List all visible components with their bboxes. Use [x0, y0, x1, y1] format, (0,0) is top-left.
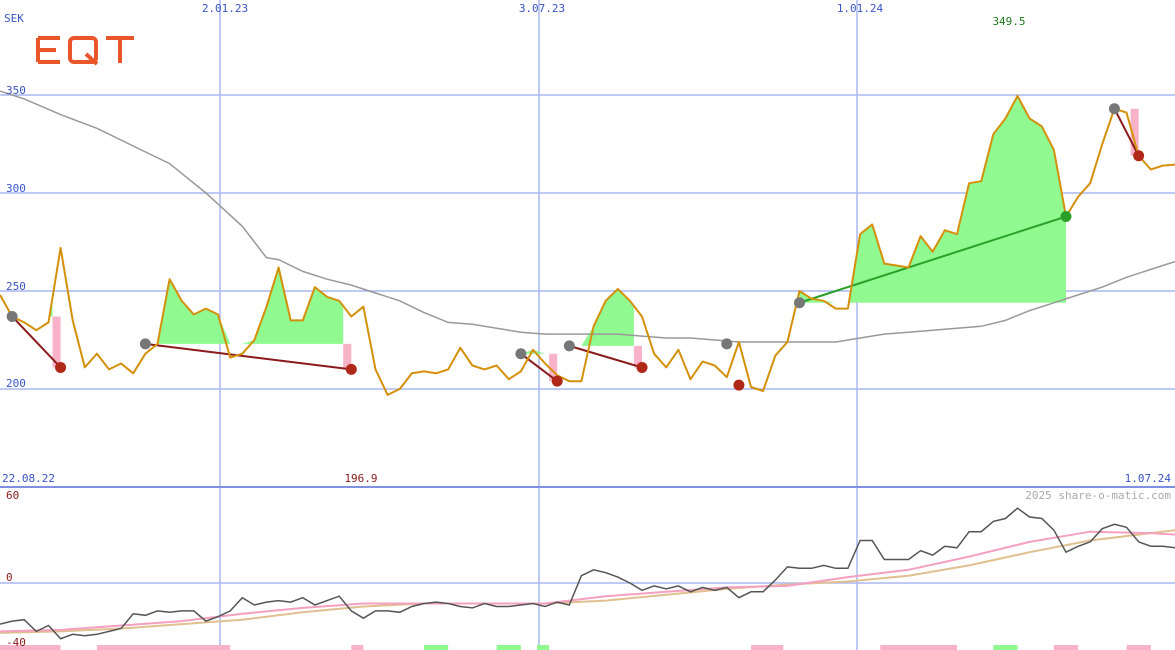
y-tick-label: 200	[6, 377, 26, 390]
gain-area	[145, 267, 344, 344]
volume-bar	[351, 645, 364, 650]
logo-letter-t	[106, 36, 134, 63]
trough-marker	[1133, 150, 1145, 162]
logo-letter-e	[36, 36, 60, 64]
peak-marker	[793, 297, 805, 309]
low-label: 196.9	[344, 472, 377, 485]
osc-y-tick-label: 0	[6, 571, 13, 584]
gain-loss-fills	[12, 96, 1139, 382]
osc-main-line	[0, 507, 1175, 640]
high-label: 349.5	[992, 15, 1025, 28]
volume-bar	[880, 645, 957, 650]
gain-area	[569, 289, 634, 346]
gain-area	[12, 297, 53, 317]
currency-label: SEK	[4, 12, 24, 25]
gain-marker	[1060, 211, 1072, 223]
watermark: 2025 share-o-matic.com	[1025, 489, 1171, 502]
peak-marker	[515, 348, 527, 360]
top-date-label: 3.07.23	[519, 2, 565, 15]
peak-marker	[563, 340, 575, 352]
y-tick-label: 250	[6, 280, 26, 293]
x-end-label: 1.07.24	[1125, 472, 1172, 485]
gain-area	[799, 96, 1066, 303]
trough-marker	[551, 375, 563, 387]
top-date-label: 1.01.24	[837, 2, 884, 15]
x-start-label: 22.08.22	[2, 472, 55, 485]
top-date-label: 2.01.23	[202, 2, 248, 15]
trough-marker	[55, 361, 67, 373]
trough-marker	[636, 361, 648, 373]
y-tick-label: 300	[6, 182, 26, 195]
volume-bar	[751, 645, 784, 650]
eqt-logo	[36, 36, 134, 66]
osc-signal-tan	[0, 529, 1175, 634]
logo-letter-q	[68, 36, 99, 66]
osc-y-tick-label: -40	[6, 636, 26, 649]
oscillator-panel	[0, 507, 1175, 650]
volume-bar	[1053, 645, 1079, 650]
trend-line-down	[569, 344, 643, 369]
osc-signal-pink	[0, 530, 1175, 633]
peak-marker	[139, 338, 151, 350]
volume-bar	[537, 645, 550, 650]
trough-marker	[733, 379, 745, 391]
volume-bar	[423, 645, 449, 650]
stock-chart: SEK 22.08.22 1.07.24 349.5 196.9 2.01.23…	[0, 0, 1175, 650]
y-tick-label: 350	[6, 84, 26, 97]
peak-marker	[721, 338, 733, 350]
volume-bar	[96, 645, 231, 650]
volume-bar	[1126, 645, 1151, 650]
volume-bar	[496, 645, 521, 650]
volume-bar	[993, 645, 1018, 650]
peak-marker	[6, 310, 18, 322]
peak-marker	[1108, 103, 1120, 115]
osc-y-tick-label: 60	[6, 489, 19, 502]
trough-marker	[345, 363, 357, 375]
